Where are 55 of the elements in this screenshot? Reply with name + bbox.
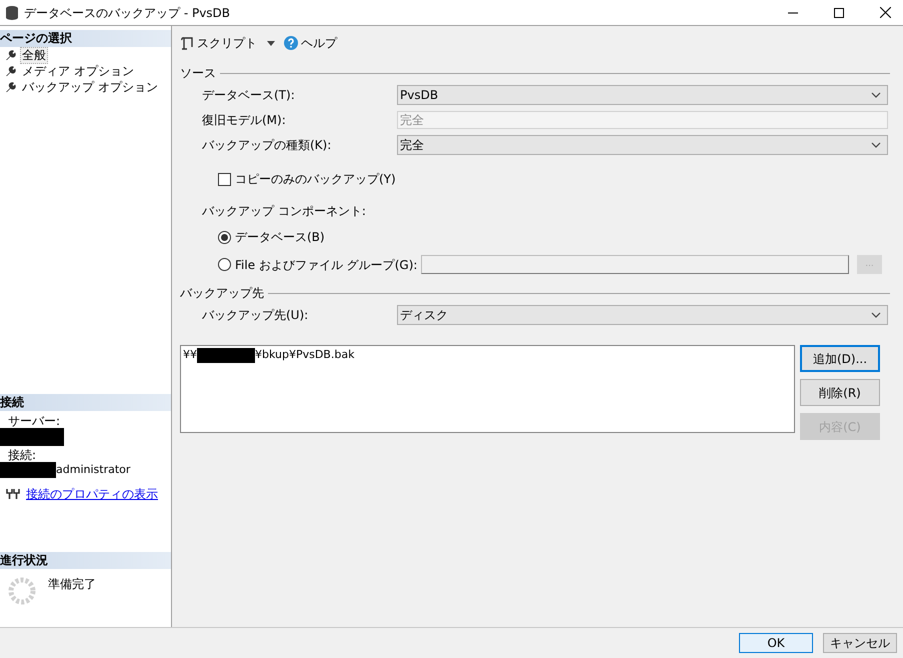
redaction-bar [0, 462, 56, 478]
chevron-down-icon [871, 312, 881, 318]
dropdown-arrow-icon [267, 40, 275, 46]
close-icon[interactable] [880, 7, 891, 18]
path-prefix: ¥¥ [183, 346, 197, 363]
field-label: 復旧モデル(M): [202, 113, 286, 127]
plug-icon [6, 488, 20, 500]
wrench-icon [4, 65, 16, 77]
chevron-down-icon [871, 142, 881, 148]
group-label: ソース [180, 65, 216, 82]
redaction-bar [197, 348, 255, 362]
dropdown-field[interactable]: ディスク [397, 305, 888, 325]
connection-properties-link[interactable]: 接続のプロパティの表示 [26, 484, 158, 502]
radio-button[interactable] [218, 258, 231, 271]
field-label: バックアップ コンポーネント: [201, 203, 366, 220]
database-icon [6, 6, 18, 20]
window-title: データベースのバックアップ - PvsDB [24, 4, 230, 22]
section-header: 進行状況 [0, 552, 171, 568]
wrench-icon [4, 49, 16, 61]
field-label: データベース(T): [202, 88, 295, 102]
redaction-bar [0, 428, 64, 446]
group-label: バックアップ先 [180, 285, 264, 302]
spinner-icon [8, 576, 36, 604]
path-text: ¥bkup¥PvsDB.bak [255, 346, 354, 363]
list-action-button[interactable]: 削除(R) [800, 379, 880, 406]
list-action-button[interactable]: 追加(D)... [800, 345, 880, 372]
radio-label: データベース(B) [235, 229, 325, 246]
section-header: ページの選択 [0, 30, 171, 47]
help-button[interactable]: ヘルプ [284, 34, 337, 52]
maximize-icon[interactable] [834, 8, 844, 18]
dropdown-field[interactable]: PvsDB [397, 85, 888, 105]
backup-path-list[interactable]: ¥¥ ¥bkup¥PvsDB.bak [180, 345, 795, 433]
input-field[interactable] [421, 255, 849, 274]
page-list-item[interactable]: メディア オプション [20, 62, 136, 80]
radio-button[interactable] [218, 230, 231, 244]
checkbox-label: コピーのみのバックアップ(Y) [235, 171, 396, 188]
connection-label: 接続: [8, 448, 36, 462]
section-header: 接続 [0, 394, 171, 411]
script-button[interactable]: スクリプト [180, 34, 276, 52]
progress-status: 準備完了 [48, 576, 96, 592]
dropdown-field[interactable]: 完全 [397, 135, 888, 155]
page-list-item[interactable]: バックアップ オプション [20, 78, 160, 96]
connection-user: administrator [56, 462, 130, 478]
radio-label: File およびファイル グループ(G): [235, 256, 418, 274]
dialog-button[interactable]: OK [739, 633, 813, 653]
wrench-icon [4, 81, 16, 93]
script-icon [181, 36, 193, 50]
checkbox[interactable] [218, 172, 231, 186]
help-icon [284, 36, 298, 50]
page-list-item[interactable]: 全般 [20, 46, 48, 64]
field-label: バックアップの種類(K): [202, 138, 332, 152]
field-label: バックアップ先(U): [202, 308, 308, 322]
dialog-button[interactable]: キャンセル [823, 633, 897, 653]
chevron-down-icon [871, 92, 881, 98]
server-label: サーバー: [8, 414, 60, 428]
